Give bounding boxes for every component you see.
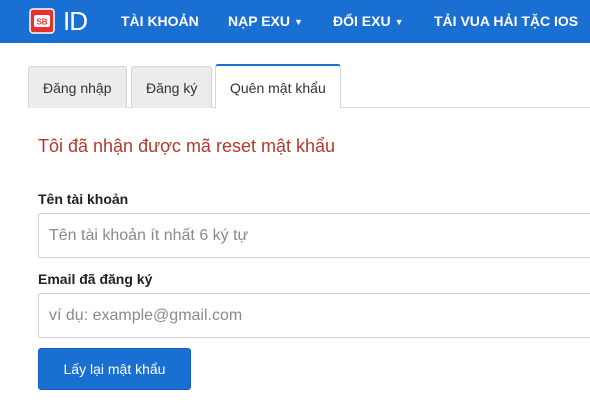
nav-item-label: TẢI VUA HẢI TẶC IOS	[434, 13, 579, 29]
svg-text:SB: SB	[36, 18, 47, 27]
chevron-down-icon: ▼	[394, 17, 404, 27]
auth-tabs: Đăng nhập Đăng ký Quên mật khẩu	[28, 64, 590, 109]
nav-item-tai-vua-hai-tac-ios[interactable]: TẢI VUA HẢI TẶC IOS	[434, 0, 578, 43]
logo-text: ID	[63, 5, 88, 36]
sb-logo-icon: SB	[29, 8, 55, 34]
chevron-down-icon: ▼	[293, 17, 303, 27]
email-label: Email đã đăng ký	[38, 271, 153, 287]
tab-dang-nhap[interactable]: Đăng nhập	[28, 66, 127, 108]
tab-quen-mat-khau[interactable]: Quên mật khẩu	[215, 64, 341, 109]
nav-item-label: NẠP EXU	[228, 13, 290, 29]
tab-dang-ky[interactable]: Đăng ký	[131, 66, 213, 108]
email-input[interactable]	[38, 293, 590, 338]
top-navbar: SB ID TÀI KHOẢN NẠP EXU ▼ ĐỔI EXU ▼ TẢI VU…	[0, 0, 590, 43]
username-label: Tên tài khoản	[38, 191, 129, 207]
tab-label: Đăng nhập	[43, 80, 112, 96]
reset-code-link[interactable]: Tôi đã nhận được mã reset mật khẩu	[38, 136, 335, 157]
nav-item-tai-khoan[interactable]: TÀI KHOẢN	[121, 0, 199, 43]
username-input[interactable]	[38, 213, 590, 258]
site-logo[interactable]: SB ID	[29, 6, 99, 36]
tab-label: Đăng ký	[146, 80, 198, 96]
nav-item-label: TÀI KHOẢN	[121, 13, 199, 29]
recover-password-button[interactable]: Lấy lại mật khẩu	[38, 348, 191, 390]
nav-item-doi-exu[interactable]: ĐỔI EXU ▼	[333, 0, 404, 43]
nav-item-nap-exu[interactable]: NẠP EXU ▼	[228, 0, 303, 43]
tab-label: Quên mật khẩu	[230, 80, 326, 96]
nav-item-label: ĐỔI EXU	[333, 13, 391, 29]
